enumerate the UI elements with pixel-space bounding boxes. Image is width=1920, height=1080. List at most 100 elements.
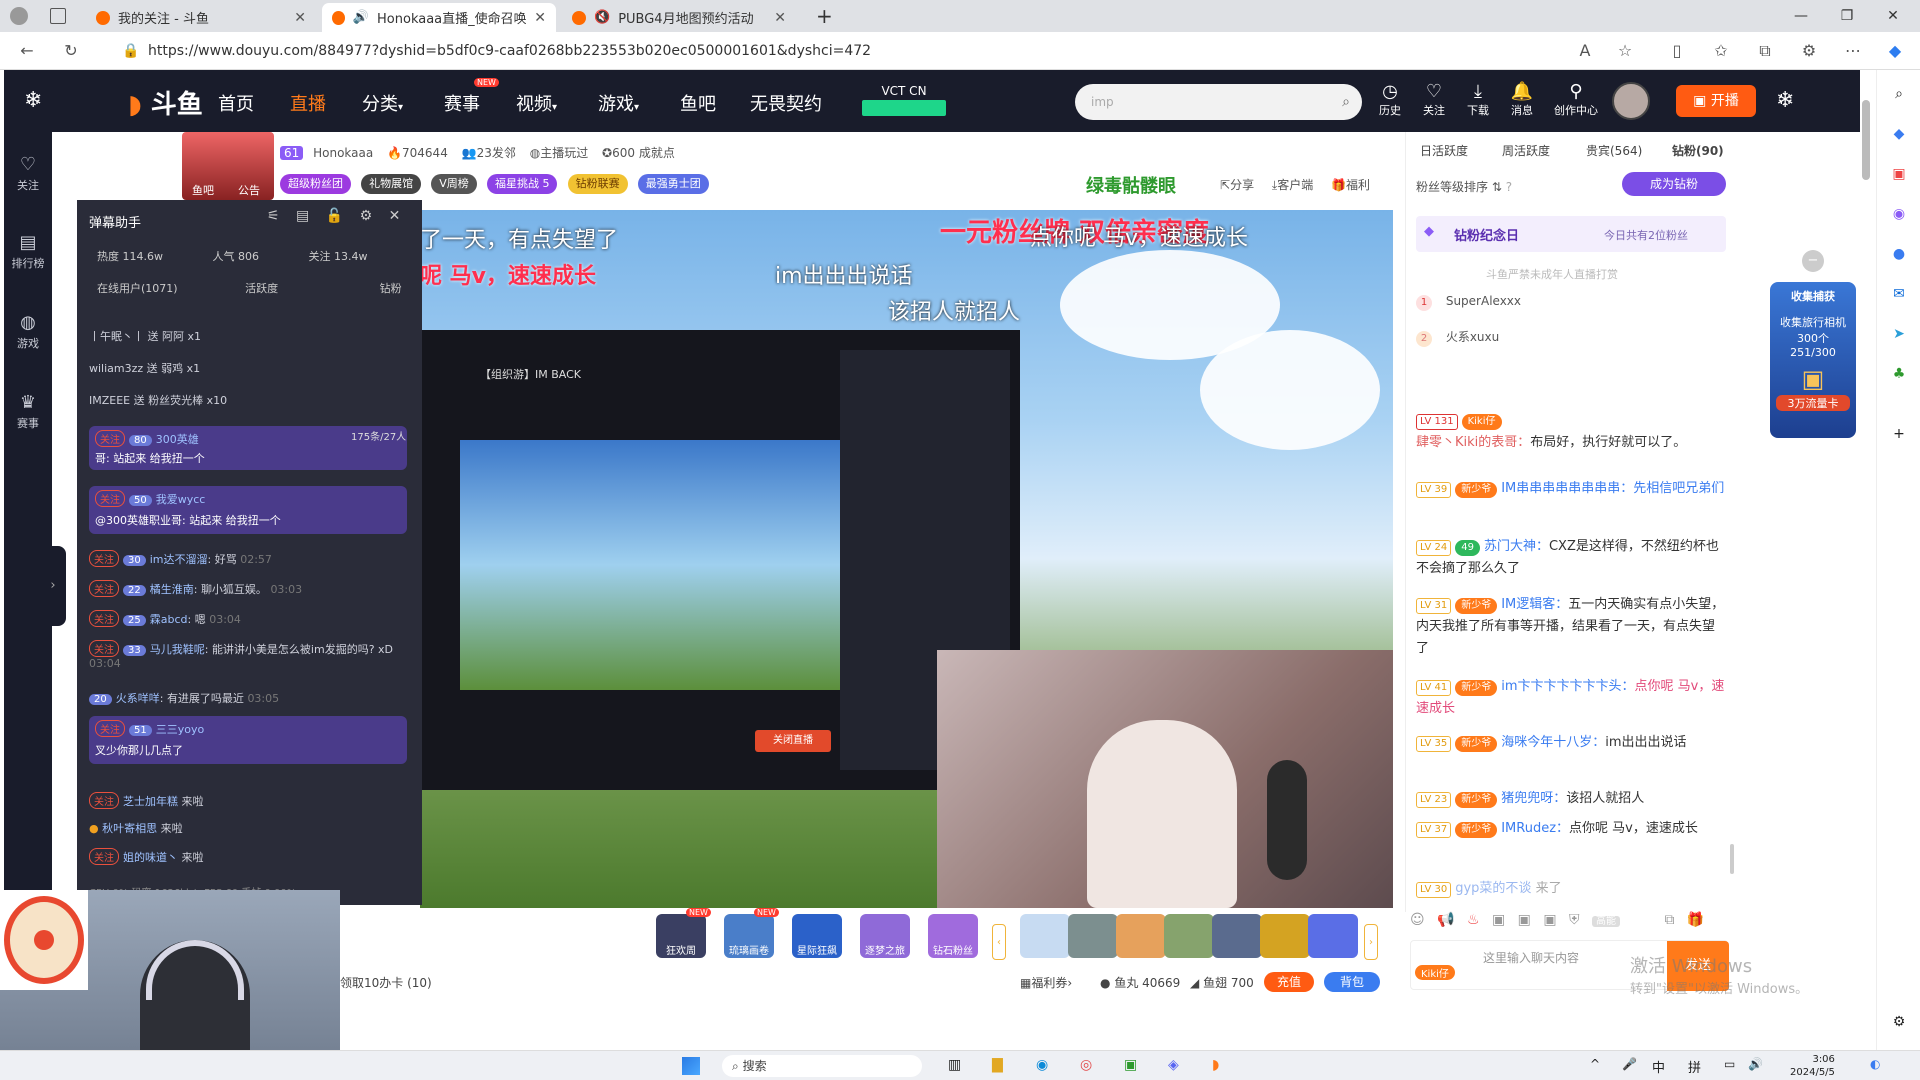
emoji-icon[interactable]: ☺: [1410, 912, 1425, 928]
explorer-icon[interactable]: ▇: [992, 1057, 1003, 1073]
rail-games[interactable]: ◍ 游戏: [4, 312, 52, 351]
speaker-icon[interactable]: 📢: [1437, 912, 1454, 928]
tree-icon[interactable]: ♣: [1889, 366, 1909, 386]
edge-icon[interactable]: ◉: [1036, 1057, 1048, 1073]
message-button[interactable]: 🔔 消息: [1502, 82, 1542, 118]
send-icon[interactable]: ➤: [1889, 326, 1909, 346]
search-icon[interactable]: ⌕: [1889, 86, 1909, 106]
tag-icon[interactable]: ◆: [1889, 126, 1909, 146]
open-live-button[interactable]: ▣ 开播: [1676, 85, 1756, 117]
clock[interactable]: 3:06 2024/5/5: [1790, 1053, 1835, 1079]
gift-item[interactable]: [1020, 914, 1070, 958]
ime-mode[interactable]: 拼: [1688, 1057, 1701, 1076]
tab-pubg[interactable]: 🔇 PUBG4月地图预约活动 ✕: [562, 3, 796, 32]
gift-glass-scroll[interactable]: 琉璃画卷 NEW: [724, 908, 779, 958]
gift-red-icon[interactable]: 🎁: [1687, 912, 1704, 928]
tab-diamond-fans[interactable]: 钻粉(90): [1672, 142, 1724, 159]
senior-chat-button[interactable]: 高能: [1591, 916, 1620, 927]
nav-live[interactable]: 直播: [290, 90, 326, 116]
search-input[interactable]: imp ⌕: [1075, 84, 1362, 120]
gift-carnival[interactable]: 狂欢周 NEW: [656, 908, 711, 958]
discord-icon[interactable]: ◈: [1168, 1057, 1179, 1073]
circle-icon[interactable]: ●: [1889, 246, 1909, 266]
speaker-icon[interactable]: 🔊: [353, 10, 369, 25]
recharge-button[interactable]: 充值: [1264, 972, 1314, 992]
microphone-icon[interactable]: 🎤: [1622, 1057, 1637, 1071]
rail-ranking[interactable]: ▤ 排行榜: [4, 232, 52, 271]
rail-follow[interactable]: ♡ 关注: [4, 154, 52, 193]
muted-speaker-icon[interactable]: 🔇: [594, 10, 610, 25]
collect-event-widget[interactable]: 收集捕获 收集旅行相机 300个 251/300 ▣ 3万流量卡: [1770, 282, 1856, 438]
douyu-app-icon[interactable]: ◗: [1212, 1057, 1219, 1073]
tab-vip[interactable]: 贵宾(564): [1586, 142, 1642, 159]
card-claim[interactable]: 领取10办卡 (10): [340, 974, 432, 991]
anniversary-banner[interactable]: ◆ 钻粉纪念日 今日共有2位粉丝: [1416, 216, 1726, 252]
profile-icon[interactable]: [10, 7, 28, 25]
rank-row[interactable]: 2 火系xuxu: [1416, 328, 1726, 352]
logo[interactable]: ◗ 斗鱼: [128, 84, 203, 121]
badge-lucky-challenge[interactable]: 福星挑战 5: [486, 174, 558, 194]
download-button[interactable]: ⤓ 下载: [1458, 82, 1498, 118]
favorites-icon[interactable]: ✩: [1710, 40, 1732, 62]
backpack-button[interactable]: 背包: [1324, 972, 1380, 992]
gift-diamond-fans[interactable]: 钻石粉丝: [928, 914, 978, 958]
streamer-avatar[interactable]: 鱼吧 公告: [182, 132, 274, 200]
tab-honokaaa-live[interactable]: 🔊 Honokaaa直播_使命召唤直 ✕: [322, 3, 556, 32]
read-aloud-icon[interactable]: A: [1574, 40, 1596, 62]
nav-events[interactable]: 赛事 NEW: [444, 78, 499, 116]
taskview-icon[interactable]: ▥: [948, 1057, 961, 1073]
settings-gear-icon[interactable]: ⚙: [1889, 1014, 1909, 1034]
gift-dream-journey[interactable]: 逐梦之旅: [860, 914, 910, 958]
volume-icon[interactable]: 🔊: [1748, 1057, 1763, 1071]
nav-category[interactable]: 分类▾: [362, 90, 403, 116]
client-button[interactable]: ⤓客户端: [1272, 178, 1313, 192]
copilot-icon[interactable]: ◆: [1884, 40, 1906, 62]
badge-warriors[interactable]: 最强勇士团: [637, 174, 709, 194]
notification-icon[interactable]: ◐: [1870, 1057, 1880, 1071]
expand-rail-handle[interactable]: ›: [40, 546, 66, 626]
tab-diamond[interactable]: 钻粉: [380, 282, 402, 295]
gift-item[interactable]: [1308, 914, 1358, 958]
close-tab-icon[interactable]: ✕: [294, 10, 306, 26]
gift-item[interactable]: [1068, 914, 1118, 958]
tab-my-follows[interactable]: 我的关注 - 斗鱼 ✕: [86, 3, 316, 32]
shield-icon[interactable]: ⛨: [1569, 912, 1580, 928]
collections-icon[interactable]: ⧉: [1754, 40, 1776, 62]
gift-item[interactable]: [1260, 914, 1310, 958]
share-button[interactable]: ⇱分享: [1220, 178, 1254, 192]
help-icon[interactable]: ?: [1506, 180, 1512, 194]
lock-icon[interactable]: 🔒: [122, 37, 139, 65]
rail-events[interactable]: ♛ 赛事: [4, 392, 52, 431]
streamer-name[interactable]: Honokaaa: [313, 146, 373, 160]
copy-icon[interactable]: ⧉: [1664, 912, 1674, 928]
search-icon[interactable]: ⌕: [1342, 84, 1350, 120]
welfare-button[interactable]: 🎁福利: [1331, 178, 1370, 192]
tray-chevron-icon[interactable]: ^: [1590, 1057, 1600, 1071]
close-window-icon[interactable]: ✕: [1870, 0, 1916, 32]
windows-start-icon[interactable]: [682, 1057, 700, 1075]
ime-language[interactable]: 中: [1652, 1057, 1665, 1076]
tab-weekly-activity[interactable]: 周活跃度: [1502, 142, 1550, 159]
nav-fishbar[interactable]: 鱼吧: [680, 90, 716, 116]
lock-icon[interactable]: 🔓: [326, 208, 343, 224]
minimize-icon[interactable]: —: [1778, 0, 1824, 32]
collapse-widget-icon[interactable]: −: [1802, 250, 1824, 272]
welfare-coupon[interactable]: ▦福利券›: [1020, 974, 1072, 991]
close-tab-icon[interactable]: ✕: [534, 10, 546, 26]
back-icon[interactable]: ←: [16, 40, 38, 62]
nav-games[interactable]: 游戏▾: [598, 90, 639, 116]
nav-video[interactable]: 视频▾: [516, 90, 557, 116]
add-icon[interactable]: +: [1889, 426, 1909, 446]
gift-interstellar[interactable]: 星际狂飙: [792, 914, 842, 958]
page-scrollbar[interactable]: [1862, 100, 1870, 180]
network-icon[interactable]: ▭: [1724, 1057, 1735, 1071]
new-tab-icon[interactable]: +: [816, 4, 833, 28]
video-player[interactable]: 一元粉丝牌 双倍亲密度 了一天，有点失望了 呢 马v，速速成长 im出出出说话 …: [420, 210, 1393, 908]
tab-daily-activity[interactable]: 日活跃度: [1420, 142, 1468, 159]
notes-icon[interactable]: ▤: [296, 208, 309, 224]
card-icon[interactable]: ▣: [1518, 912, 1531, 928]
close-icon[interactable]: ✕: [389, 208, 401, 224]
restore-icon[interactable]: ❐: [1824, 0, 1870, 32]
user-avatar[interactable]: [1612, 82, 1650, 120]
badge-super-fans[interactable]: 超级粉丝团: [280, 174, 351, 194]
